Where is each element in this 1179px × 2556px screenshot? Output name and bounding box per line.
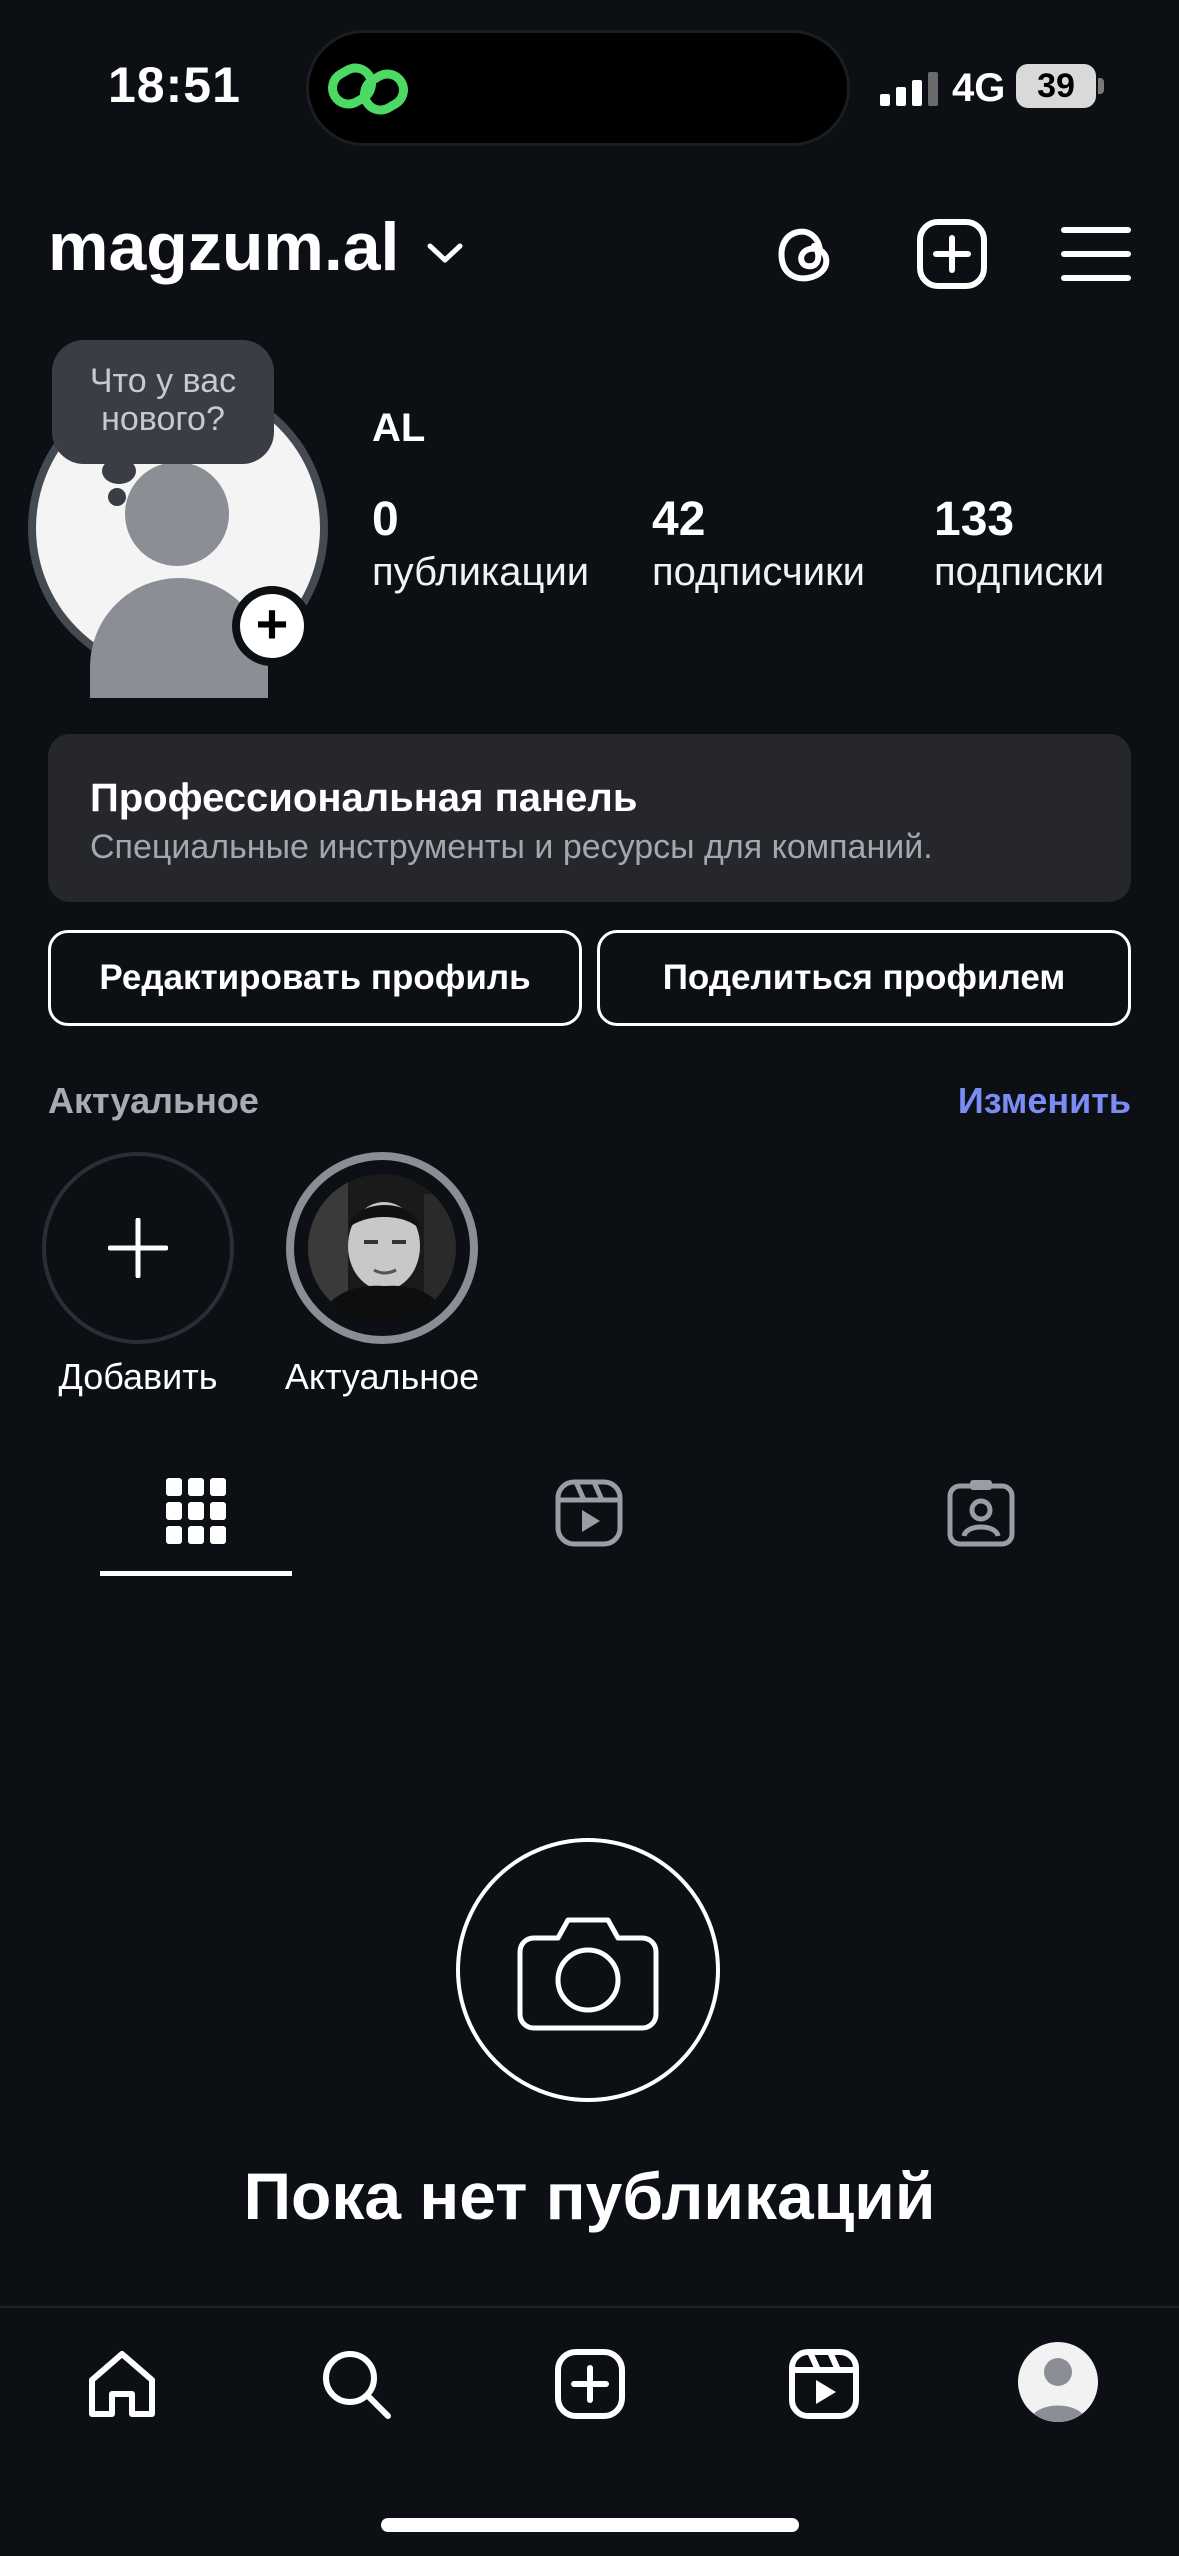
pro-panel-title: Профессиональная панель [90, 776, 638, 820]
cellular-signal-icon [880, 72, 938, 106]
active-tab-indicator [100, 1571, 292, 1576]
edit-profile-button[interactable]: Редактировать профиль [48, 930, 582, 1026]
plus-icon [108, 1218, 168, 1278]
status-time: 18:51 [108, 57, 241, 113]
followers-label[interactable]: подписчики [652, 550, 865, 595]
empty-state-title: Пока нет публикаций [243, 2159, 936, 2233]
home-icon[interactable] [84, 2346, 160, 2422]
network-type: 4G [952, 66, 1006, 110]
battery-tip [1098, 78, 1104, 94]
following-label[interactable]: подписки [934, 550, 1104, 595]
chevron-down-icon[interactable] [422, 236, 468, 270]
pro-panel-subtitle: Специальные инструменты и ресурсы для ко… [90, 828, 933, 866]
battery-indicator: 39 [1016, 64, 1096, 108]
display-name: AL [372, 406, 426, 450]
menu-icon[interactable] [1058, 216, 1134, 292]
highlight-label: Актуальное [284, 1356, 480, 1397]
posts-count: 0 [372, 493, 399, 546]
posts-label: публикации [372, 550, 590, 594]
create-post-icon[interactable] [552, 2346, 628, 2422]
highlights-edit-link[interactable]: Изменить [958, 1080, 1131, 1122]
threads-icon[interactable] [768, 216, 844, 292]
avatar-placeholder-head [125, 462, 229, 566]
add-highlight-label: Добавить [58, 1356, 218, 1397]
reels-icon[interactable] [786, 2346, 862, 2422]
account-switcher-username[interactable]: magzum.al [48, 208, 399, 286]
highlight-cover-photo [308, 1174, 456, 1322]
link-activity-icon [328, 63, 408, 115]
avatar-placeholder-icon [1030, 2358, 1086, 2422]
create-new-icon[interactable] [914, 216, 990, 292]
camera-icon [517, 1917, 659, 2031]
add-story-button[interactable]: + [232, 586, 312, 666]
share-profile-button[interactable]: Поделиться профилем [597, 930, 1131, 1026]
note-bubble-tail-dot [108, 488, 126, 506]
grid-tab-icon[interactable] [166, 1478, 226, 1544]
bottom-nav-divider [0, 2306, 1179, 2308]
note-bubble[interactable]: Что у вас нового? [52, 340, 274, 464]
search-icon[interactable] [318, 2346, 394, 2422]
profile-tab-avatar[interactable] [1018, 2342, 1098, 2422]
followers-count[interactable]: 42 [652, 492, 705, 547]
following-count[interactable]: 133 [934, 492, 1014, 547]
home-indicator[interactable] [381, 2518, 799, 2532]
reels-tab-icon[interactable] [554, 1478, 624, 1548]
tagged-tab-icon[interactable] [946, 1478, 1016, 1548]
highlights-title: Актуальное [48, 1080, 259, 1121]
